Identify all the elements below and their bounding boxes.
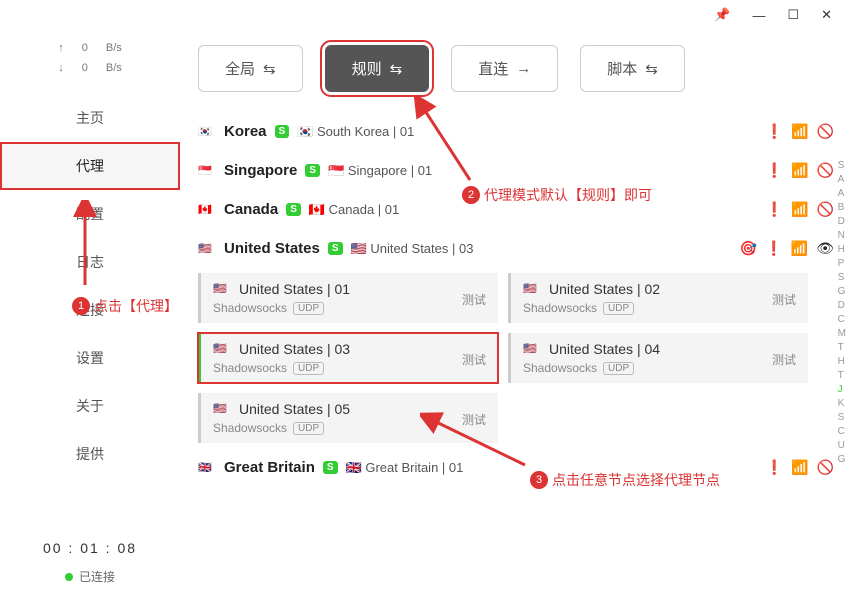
info-icon[interactable]: ❗	[766, 201, 783, 218]
nav-conn[interactable]: 连接	[0, 286, 180, 334]
info-icon[interactable]: ❗	[765, 240, 782, 257]
nav-log[interactable]: 日志	[0, 238, 180, 286]
connection-status: 已连接	[0, 568, 180, 585]
group-united-states[interactable]: 🇺🇸United StatesS 🇺🇸 United States | 03 🎯…	[198, 234, 834, 263]
close-button[interactable]: ✕	[821, 7, 832, 23]
group-singapore[interactable]: 🇸🇬SingaporeS 🇸🇬 Singapore | 01 ❗📶🚫	[198, 156, 834, 185]
eye-icon[interactable]: 🚫	[817, 201, 834, 218]
wifi-icon[interactable]: 📶	[791, 201, 808, 218]
info-icon[interactable]: ❗	[766, 123, 783, 140]
wifi-icon[interactable]: 📶	[791, 162, 808, 179]
node-card[interactable]: 🇺🇸United States | 03 ShadowsocksUDP 测试	[198, 333, 498, 383]
sidebar: ↑0B/s ↓0B/s 主页 代理 配置 日志 连接 设置 关于 提供 00 :…	[0, 30, 180, 605]
node-card[interactable]: 🇺🇸United States | 04 ShadowsocksUDP 测试	[508, 333, 808, 383]
info-icon[interactable]: ❗	[766, 162, 783, 179]
group-korea[interactable]: 🇰🇷KoreaS 🇰🇷 South Korea | 01 ❗📶🚫	[198, 117, 834, 146]
tab-script[interactable]: 脚本⇆	[580, 45, 685, 92]
nav-home[interactable]: 主页	[0, 94, 180, 142]
group-great-britain[interactable]: 🇬🇧 Great Britain S 🇬🇧 Great Britain | 01…	[198, 453, 834, 482]
eye-icon[interactable]: 🚫	[817, 123, 834, 140]
node-card[interactable]: 🇺🇸United States | 02 ShadowsocksUDP 测试	[508, 273, 808, 323]
alpha-index[interactable]: SAABDNHPSGDCMTHTJKSCUG	[838, 160, 846, 465]
eye-icon[interactable]: 👁	[816, 240, 834, 257]
test-button[interactable]: 测试	[462, 291, 486, 308]
test-button[interactable]: 测试	[462, 351, 486, 368]
connection-timer: 00 : 01 : 08	[0, 540, 180, 556]
node-card[interactable]: 🇺🇸United States | 05 ShadowsocksUDP 测试	[198, 393, 498, 443]
info-icon[interactable]: ❗	[766, 459, 783, 476]
nav-about[interactable]: 关于	[0, 382, 180, 430]
group-canada[interactable]: 🇨🇦CanadaS 🇨🇦 Canada | 01 ❗📶🚫	[198, 195, 834, 224]
main-panel: 全局⇆ 规则⇆ 直连→ 脚本⇆ 🇰🇷KoreaS 🇰🇷 South Korea …	[180, 30, 852, 605]
test-button[interactable]: 测试	[462, 411, 486, 428]
tab-rule[interactable]: 规则⇆	[325, 45, 430, 92]
wifi-icon[interactable]: 📶	[791, 459, 808, 476]
nav-proxy[interactable]: 代理	[0, 142, 180, 190]
speed-indicator: ↑0B/s ↓0B/s	[0, 30, 180, 86]
nav-provide[interactable]: 提供	[0, 430, 180, 478]
target-icon[interactable]: 🎯	[740, 240, 757, 257]
pin-icon[interactable]: 📌	[714, 7, 730, 23]
eye-icon[interactable]: 🚫	[817, 162, 834, 179]
wifi-icon[interactable]: 📶	[791, 123, 808, 140]
test-button[interactable]: 测试	[772, 351, 796, 368]
tab-global[interactable]: 全局⇆	[198, 45, 303, 92]
minimize-button[interactable]: —	[752, 8, 765, 23]
hide-icon[interactable]: 🚫	[817, 459, 834, 476]
nav-settings[interactable]: 设置	[0, 334, 180, 382]
test-button[interactable]: 测试	[772, 291, 796, 308]
tab-direct[interactable]: 直连→	[451, 45, 558, 92]
node-card[interactable]: 🇺🇸United States | 01 ShadowsocksUDP 测试	[198, 273, 498, 323]
nav-config[interactable]: 配置	[0, 190, 180, 238]
wifi-icon[interactable]: 📶	[791, 240, 808, 257]
maximize-button[interactable]: ☐	[787, 7, 799, 23]
